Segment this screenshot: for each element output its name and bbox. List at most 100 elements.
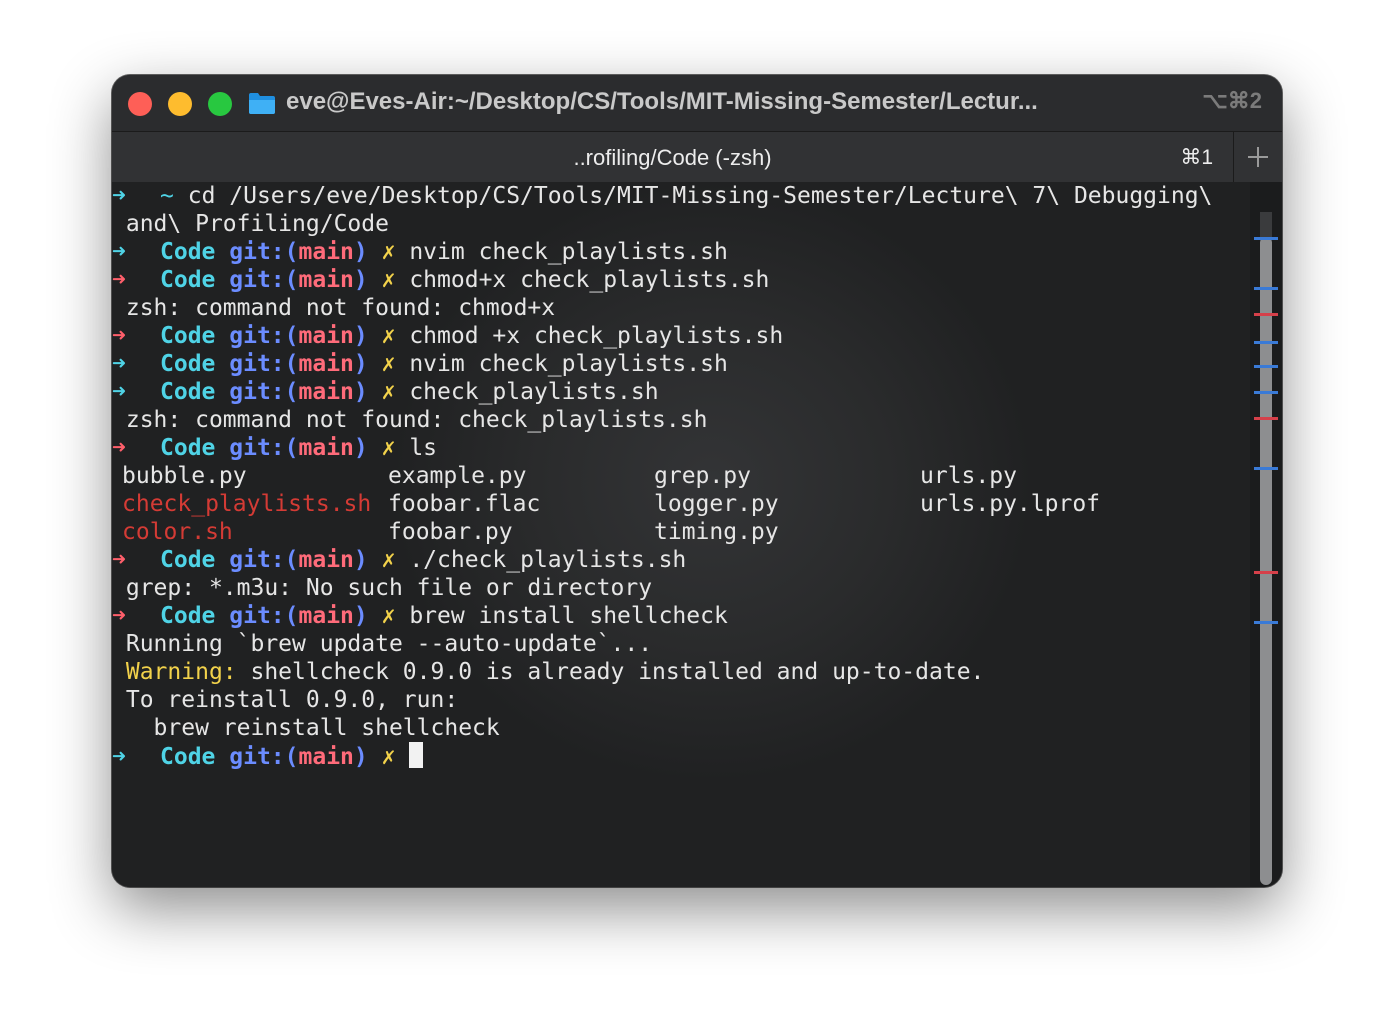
output-text: To reinstall 0.9.0, run:: [125, 687, 459, 713]
prompt-line: ➜ Code git:(main) ✗ ./check_playlists.sh: [112, 546, 1212, 574]
command-text: chmod+x check_playlists.sh: [409, 267, 770, 293]
file-entry: urls.py.lprof: [920, 491, 1101, 517]
prompt-dir: Code: [160, 351, 216, 377]
command-text: nvim check_playlists.sh: [409, 239, 728, 265]
close-button[interactable]: [128, 92, 152, 116]
plus-icon: [1248, 147, 1268, 167]
title-bar[interactable]: eve@Eves-Air:~/Desktop/CS/Tools/MIT-Miss…: [112, 75, 1282, 131]
prompt-dir: Code: [160, 603, 216, 629]
prompt-branch: main: [298, 435, 354, 461]
output-line: Running `brew update --auto-update`...: [112, 630, 1212, 658]
output-line: zsh: command not found: chmod+x: [112, 294, 1212, 322]
prompt-git: git:(: [229, 239, 299, 265]
scroll-mark: [1254, 287, 1278, 290]
prompt-dir: Code: [160, 239, 216, 265]
terminal-line: and\ Profiling/Code: [112, 210, 1212, 238]
prompt-git: git:(: [229, 323, 299, 349]
file-entry: logger.py: [654, 491, 779, 517]
tab-active[interactable]: ..rofiling/Code (-zsh) ⌘1: [112, 132, 1233, 182]
output-line: Warning: shellcheck 0.9.0 is already ins…: [112, 658, 1212, 686]
terminal-window: eve@Eves-Air:~/Desktop/CS/Tools/MIT-Miss…: [112, 75, 1282, 887]
output-line: brew reinstall shellcheck: [112, 714, 1212, 742]
prompt-arrow: ➜: [112, 351, 126, 377]
scroll-mark: [1254, 313, 1278, 316]
prompt-dirty: ✗: [381, 351, 396, 377]
prompt-dir: Code: [160, 379, 216, 405]
prompt-dirty: ✗: [381, 323, 396, 349]
prompt-dirty: ✗: [381, 603, 396, 629]
scroll-mark: [1254, 467, 1278, 470]
output-line: To reinstall 0.9.0, run:: [112, 686, 1212, 714]
prompt-arrow: ➜: [112, 379, 126, 405]
command-text: check_playlists.sh: [409, 379, 659, 405]
prompt-dirty: ✗: [381, 239, 396, 265]
warning-text: shellcheck 0.9.0 is already installed an…: [236, 659, 985, 685]
file-entry: timing.py: [654, 519, 779, 545]
ls-row: bubble.py example.py grep.py urls.py: [112, 462, 1212, 490]
prompt-branch: main: [298, 239, 354, 265]
prompt-line-current: ➜ Code git:(main) ✗: [112, 742, 1212, 770]
prompt-git-close: ): [353, 267, 368, 293]
text-cursor[interactable]: [409, 742, 424, 768]
command-text: nvim check_playlists.sh: [409, 351, 728, 377]
output-text: Running `brew update --auto-update`...: [125, 631, 653, 657]
window-shortcut: ⌥⌘2: [1202, 88, 1262, 113]
prompt-git-close: ): [353, 239, 368, 265]
file-entry: foobar.flac: [388, 491, 541, 517]
new-tab-button[interactable]: [1233, 132, 1282, 182]
prompt-git-close: ): [353, 603, 368, 629]
prompt-dirty: ✗: [381, 267, 396, 293]
command-text: ./check_playlists.sh: [409, 547, 687, 573]
tab-title: ..rofiling/Code (-zsh): [573, 145, 772, 170]
minimize-button[interactable]: [168, 92, 192, 116]
output-line: grep: *.m3u: No such file or directory: [112, 574, 1212, 602]
scroll-mark: [1254, 237, 1278, 240]
scrollbar[interactable]: [1250, 182, 1282, 887]
file-entry: grep.py: [654, 463, 751, 489]
error-text: zsh: command not found: check_playlists.…: [125, 407, 708, 433]
prompt-branch: main: [298, 267, 354, 293]
command-text: chmod +x check_playlists.sh: [409, 323, 784, 349]
command-text: brew install shellcheck: [409, 603, 728, 629]
prompt-git-close: ): [353, 435, 368, 461]
prompt-git: git:(: [229, 744, 299, 770]
maximize-button[interactable]: [208, 92, 232, 116]
terminal-line: ➜ ~ cd /Users/eve/Desktop/CS/Tools/MIT-Mi…: [112, 182, 1212, 210]
terminal-output[interactable]: ➜ ~ cd /Users/eve/Desktop/CS/Tools/MIT-Mi…: [112, 182, 1250, 887]
prompt-git-close: ): [353, 323, 368, 349]
command-text: cd /Users/eve/Desktop/CS/Tools/MIT-Missi…: [187, 183, 1213, 209]
prompt-git: git:(: [229, 435, 299, 461]
prompt-arrow: ➜: [112, 547, 126, 573]
output-line: zsh: command not found: check_playlists.…: [112, 406, 1212, 434]
tab-shortcut: ⌘1: [1180, 146, 1213, 169]
output-text: brew reinstall shellcheck: [125, 715, 500, 741]
prompt-branch: main: [298, 323, 354, 349]
prompt-arrow: ➜: [112, 323, 126, 349]
error-text: zsh: command not found: chmod+x: [125, 295, 556, 321]
window-title: eve@Eves-Air:~/Desktop/CS/Tools/MIT-Miss…: [286, 88, 1038, 115]
prompt-arrow: ➜: [112, 183, 126, 209]
scroll-thumb[interactable]: [1260, 237, 1272, 885]
file-entry-executable: check_playlists.sh: [122, 491, 372, 517]
file-entry: foobar.py: [388, 519, 513, 545]
prompt-git: git:(: [229, 603, 299, 629]
prompt-dir: Code: [160, 744, 216, 770]
scroll-mark: [1254, 365, 1278, 368]
prompt-branch: main: [298, 379, 354, 405]
file-entry: bubble.py: [122, 463, 247, 489]
scroll-mark: [1254, 417, 1278, 420]
prompt-dir: Code: [160, 547, 216, 573]
prompt-branch: main: [298, 603, 354, 629]
prompt-arrow: ➜: [112, 239, 126, 265]
scroll-mark: [1254, 341, 1278, 344]
prompt-dirty: ✗: [381, 379, 396, 405]
prompt-dirty: ✗: [381, 547, 396, 573]
ls-row: color.sh foobar.py timing.py: [112, 518, 1212, 546]
prompt-arrow: ➜: [112, 435, 126, 461]
file-entry-executable: color.sh: [122, 519, 233, 545]
prompt-git: git:(: [229, 547, 299, 573]
prompt-line: ➜ Code git:(main) ✗ chmod +x check_playli…: [112, 322, 1212, 350]
prompt-git-close: ): [353, 744, 368, 770]
prompt-line: ➜ Code git:(main) ✗ ls: [112, 434, 1212, 462]
prompt-arrow: ➜: [112, 267, 126, 293]
